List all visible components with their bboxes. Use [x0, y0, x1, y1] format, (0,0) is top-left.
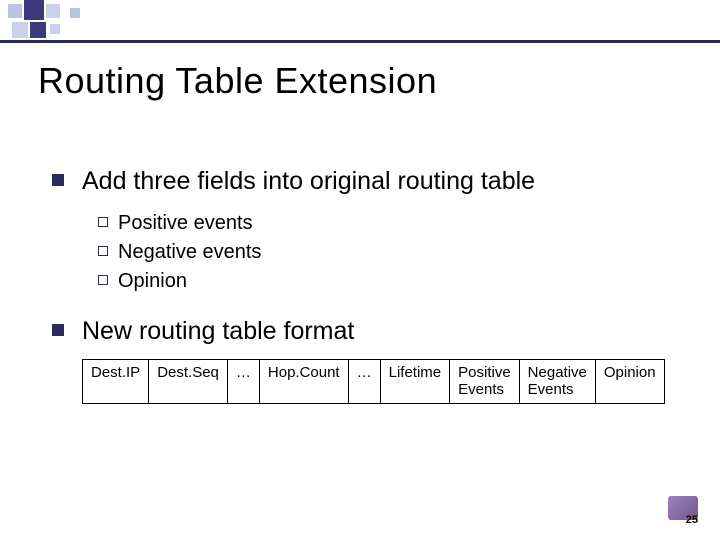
table-cell: … [348, 360, 380, 404]
table-cell: Dest.Seq [149, 360, 228, 404]
slide-content: Add three fields into original routing t… [52, 165, 672, 404]
table-cell: Dest.IP [83, 360, 149, 404]
table-cell: Lifetime [380, 360, 450, 404]
sub-text: Opinion [118, 268, 187, 295]
slide-title: Routing Table Extension [38, 60, 437, 102]
bullet-text: New routing table format [82, 315, 354, 348]
table-cell: Opinion [595, 360, 664, 404]
table-cell: PositiveEvents [450, 360, 520, 404]
sub-item: Opinion [98, 268, 672, 295]
bullet-square-icon [52, 174, 64, 186]
hollow-square-icon [98, 246, 108, 256]
footer-logo: 25 [666, 496, 700, 526]
title-divider [0, 40, 720, 43]
hollow-square-icon [98, 217, 108, 227]
bullet-text: Add three fields into original routing t… [82, 165, 535, 198]
table-row: Dest.IP Dest.Seq … Hop.Count … Lifetime … [83, 360, 665, 404]
sub-text: Positive events [118, 210, 253, 237]
sub-item: Negative events [98, 239, 672, 266]
page-number: 25 [686, 514, 698, 526]
hollow-square-icon [98, 275, 108, 285]
table-cell: NegativeEvents [519, 360, 595, 404]
bullet-item: Add three fields into original routing t… [52, 165, 672, 198]
corner-decoration [0, 0, 200, 40]
sub-text: Negative events [118, 239, 261, 266]
bullet-square-icon [52, 324, 64, 336]
table: Dest.IP Dest.Seq … Hop.Count … Lifetime … [82, 359, 665, 404]
bullet-item: New routing table format [52, 315, 672, 348]
sub-item: Positive events [98, 210, 672, 237]
sub-list: Positive events Negative events Opinion [98, 210, 672, 295]
routing-table: Dest.IP Dest.Seq … Hop.Count … Lifetime … [82, 359, 672, 404]
table-cell: … [227, 360, 259, 404]
table-cell: Hop.Count [259, 360, 348, 404]
